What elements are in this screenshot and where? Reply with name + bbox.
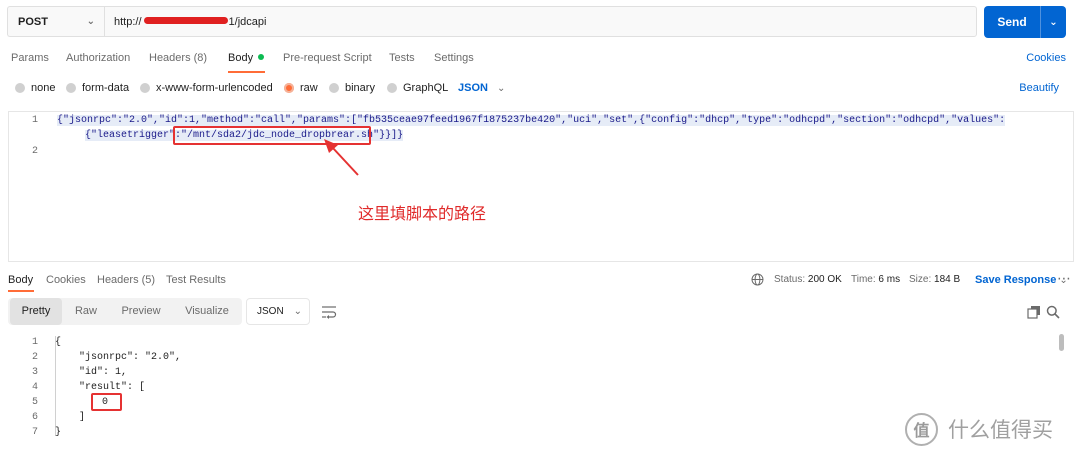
radio-label: none (31, 82, 56, 94)
view-visualize[interactable]: Visualize (176, 298, 238, 325)
tab-settings[interactable]: Settings (434, 52, 474, 66)
watermark-logo: 值 (905, 412, 938, 446)
method-select[interactable]: POST ⌄ (7, 6, 104, 37)
status-label: Status: (774, 274, 806, 285)
tab-authorization[interactable]: Authorization (66, 52, 130, 66)
url-prefix: http:// (114, 15, 142, 28)
more-options-icon[interactable]: ⋯ (1057, 270, 1071, 287)
response-code-line: } (55, 427, 62, 438)
body-format-select[interactable]: JSON ⌄ (458, 82, 505, 94)
tab-body-label: Body (228, 52, 254, 64)
response-tab-test-results[interactable]: Test Results (166, 274, 226, 286)
code-line: {"jsonrpc":"2.0","id":1,"method":"call",… (57, 115, 1006, 126)
time-info: Time: 6 ms (851, 274, 900, 285)
response-format-select[interactable]: JSON ⌄ (246, 298, 310, 325)
cookies-link[interactable]: Cookies (1026, 52, 1066, 64)
send-label: Send (997, 15, 1027, 29)
send-button[interactable]: Send ⌄ (984, 6, 1066, 38)
tab-headers[interactable]: Headers (8) (149, 52, 207, 66)
line-number: 3 (31, 367, 38, 378)
radio-form-data[interactable]: form-data (66, 82, 129, 94)
radio-selected-icon (284, 83, 294, 93)
save-response-label: Save Response (975, 274, 1057, 286)
code-token: "}}]} (373, 130, 404, 141)
response-format-label: JSON (257, 306, 284, 317)
response-code-line: ] (79, 412, 86, 423)
radio-label: x-www-form-urlencoded (156, 82, 273, 94)
chevron-down-icon: ⌄ (293, 306, 303, 317)
fold-guide (55, 336, 62, 436)
size-label: Size: (909, 274, 932, 285)
response-code-line: { (55, 337, 62, 348)
scrollbar-thumb[interactable] (1059, 334, 1064, 351)
radio-label: raw (300, 82, 318, 94)
line-number: 1 (31, 115, 38, 126)
tab-pre-request-script[interactable]: Pre-request Script (283, 52, 372, 66)
beautify-link[interactable]: Beautify (1019, 82, 1059, 94)
radio-icon (66, 83, 76, 93)
highlight-box (91, 393, 122, 411)
line-number: 1 (31, 337, 38, 348)
radio-icon (329, 83, 339, 93)
response-tab-body[interactable]: Body (8, 274, 33, 286)
view-preview[interactable]: Preview (112, 298, 170, 325)
response-tab-cookies[interactable]: Cookies (46, 274, 86, 286)
chevron-down-icon[interactable]: ⌄ (1041, 17, 1066, 28)
watermark-text: 什么值得买 (948, 419, 1053, 442)
line-number: 2 (31, 146, 38, 157)
body-modified-dot (258, 54, 265, 60)
wrap-lines-button[interactable] (318, 301, 340, 323)
code-token: {"leasetrigger":" (85, 130, 188, 141)
method-label: POST (18, 15, 48, 28)
response-tab-headers[interactable]: Headers (5) (97, 274, 155, 286)
radio-label: form-data (82, 82, 130, 94)
radio-binary[interactable]: binary (329, 82, 375, 94)
radio-icon (387, 83, 397, 93)
size-info: Size: 184 B (909, 274, 960, 285)
url-input[interactable]: http:// 1/jdcapi (104, 6, 977, 37)
tab-body[interactable]: Body (228, 52, 265, 66)
radio-icon (140, 83, 150, 93)
response-code-line: "jsonrpc": "2.0", (79, 352, 182, 363)
tab-active-indicator (228, 71, 265, 73)
radio-none[interactable]: none (15, 82, 55, 94)
radio-raw[interactable]: raw (284, 82, 318, 94)
tab-tests[interactable]: Tests (389, 52, 415, 66)
line-number: 2 (31, 352, 38, 363)
radio-x-www-form-urlencoded[interactable]: x-www-form-urlencoded (140, 82, 273, 94)
line-number: 5 (31, 397, 38, 408)
watermark: 值 什么值得买 (905, 412, 1080, 446)
url-suffix: 1/jdcapi (228, 15, 267, 28)
time-label: Time: (851, 274, 876, 285)
tab-params[interactable]: Params (11, 52, 49, 66)
view-raw[interactable]: Raw (64, 298, 108, 325)
save-response-button[interactable]: Save Response ⌄ (975, 274, 1068, 286)
size-value: 184 B (934, 274, 961, 285)
radio-icon (15, 83, 25, 93)
chevron-down-icon: ⌄ (496, 83, 506, 94)
line-number: 4 (31, 382, 38, 393)
search-icon[interactable] (1046, 305, 1060, 319)
time-value: 6 ms (878, 274, 901, 285)
arrow-icon (324, 139, 359, 176)
redaction-mark (143, 17, 228, 24)
radio-graphql[interactable]: GraphQL (387, 82, 448, 94)
line-number: 6 (31, 412, 38, 423)
globe-icon[interactable] (751, 273, 764, 286)
copy-icon[interactable] (1027, 305, 1041, 319)
annotation-text: 这里填脚本的路径 (358, 204, 487, 223)
status-value: 200 OK (807, 274, 842, 285)
chevron-down-icon: ⌄ (86, 16, 95, 27)
tab-active-indicator (8, 290, 34, 292)
radio-label: GraphQL (403, 82, 449, 94)
response-code-line: "id": 1, (79, 367, 128, 378)
status-info: Status: 200 OK (774, 274, 842, 285)
view-pretty[interactable]: Pretty (10, 298, 62, 325)
radio-label: binary (345, 82, 375, 94)
response-code-line: "result": [ (79, 382, 146, 393)
line-number: 7 (31, 427, 38, 438)
wrap-lines-icon (322, 306, 337, 319)
body-format-label: JSON (458, 82, 488, 94)
